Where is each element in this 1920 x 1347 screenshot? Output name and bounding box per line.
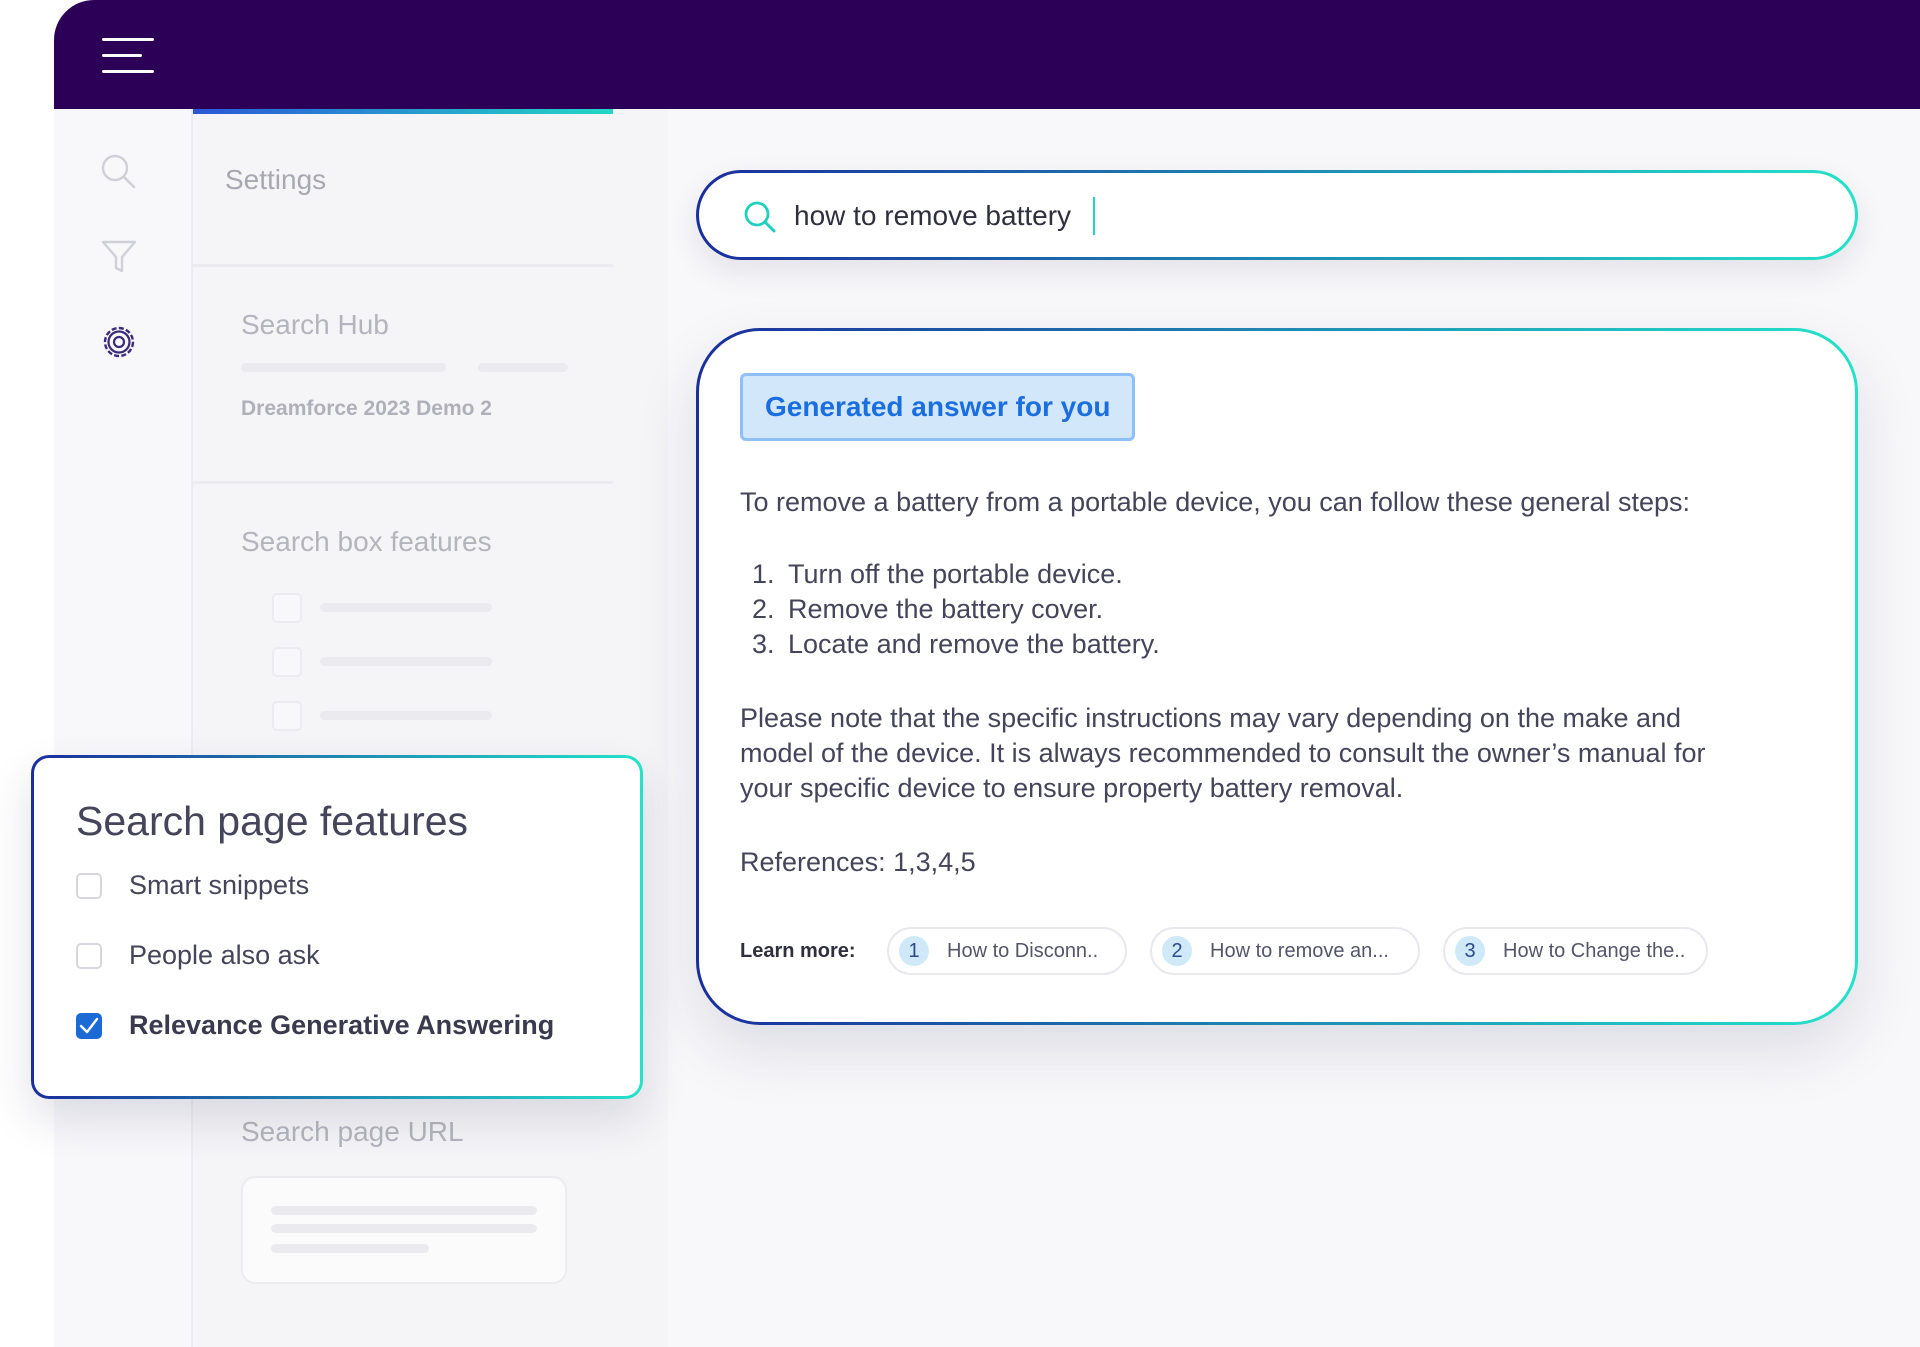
answer-intro: To remove a battery from a portable devi… [740, 487, 1691, 517]
citation-chip[interactable]: 2 How to remove an... [1150, 927, 1420, 975]
placeholder-line [320, 603, 492, 612]
search-page-url-label: Search page URL [241, 1116, 464, 1147]
left-icon-rail [54, 109, 191, 1347]
learn-more-label: Learn more: [740, 940, 856, 962]
search-page-url-field[interactable] [241, 1176, 567, 1284]
list-item: 1. Turn off the portable device. [752, 559, 1123, 589]
settings-panel: Settings Search Hub Dreamforce 2023 Demo… [191, 109, 668, 1347]
generated-answer-card: Generated answer for you To remove a bat… [696, 328, 1858, 1025]
search-icon [744, 201, 776, 233]
active-tab-indicator [193, 109, 613, 114]
citation-chip[interactable]: 1 How to Disconn.. [887, 927, 1127, 975]
placeholder-line [271, 1206, 537, 1215]
filter-icon[interactable] [99, 237, 139, 277]
citation-number: 1 [899, 936, 929, 966]
checkmark-icon [79, 1017, 99, 1033]
citation-title: How to Disconn.. [947, 939, 1099, 962]
people-also-ask-checkbox[interactable] [76, 942, 102, 969]
citation-chip[interactable]: 3 How to Change the.. [1443, 927, 1708, 975]
option-label: People also ask [129, 940, 320, 970]
search-page-features-title: Search page features [76, 798, 469, 844]
placeholder-line [271, 1224, 537, 1233]
answer-steps-list: 1. Turn off the portable device. 2. Remove… [752, 557, 1160, 662]
list-item: 3. Locate and remove the battery. [752, 629, 1160, 659]
search-hub-label: Search Hub [241, 309, 389, 340]
divider [193, 264, 613, 267]
citation-title: How to Change the.. [1503, 939, 1686, 962]
checkbox-placeholder[interactable] [272, 701, 302, 731]
citation-number: 3 [1455, 936, 1485, 966]
citation-number: 2 [1162, 936, 1192, 966]
placeholder-line [241, 363, 446, 372]
smart-snippets-option[interactable]: Smart snippets [76, 870, 309, 901]
checkbox-placeholder[interactable] [272, 647, 302, 677]
people-also-ask-option[interactable]: People also ask [76, 940, 320, 971]
relevance-generative-answering-option[interactable]: Relevance Generative Answering [76, 1010, 554, 1041]
placeholder-line [478, 363, 568, 372]
option-label: Relevance Generative Answering [129, 1010, 555, 1040]
relevance-generative-answering-checkbox[interactable] [76, 1012, 102, 1039]
placeholder-line [320, 711, 492, 720]
search-page-features-card: Search page features Smart snippets Peop… [31, 755, 643, 1099]
search-hub-value[interactable]: Dreamforce 2023 Demo 2 [241, 397, 492, 421]
divider [193, 481, 613, 484]
answer-references: References: 1,3,4,5 [740, 847, 976, 877]
gear-icon[interactable] [99, 322, 139, 362]
top-bar [54, 0, 1920, 109]
search-box-features-label: Search box features [241, 526, 492, 557]
placeholder-line [320, 657, 492, 666]
placeholder-line [271, 1244, 429, 1253]
text-caret [1093, 197, 1095, 235]
answer-note: Please note that the specific instructio… [740, 703, 1706, 803]
generated-answer-badge: Generated answer for you [740, 373, 1136, 441]
search-icon[interactable] [99, 152, 139, 192]
option-label: Smart snippets [129, 870, 310, 900]
settings-title: Settings [225, 164, 327, 195]
search-box [696, 170, 1858, 260]
list-item: 2. Remove the battery cover. [752, 594, 1104, 624]
citation-title: How to remove an... [1210, 939, 1389, 962]
search-input[interactable] [792, 173, 1696, 259]
checkbox-placeholder[interactable] [272, 593, 302, 623]
smart-snippets-checkbox[interactable] [76, 872, 102, 899]
hamburger-menu-icon[interactable] [102, 38, 154, 74]
